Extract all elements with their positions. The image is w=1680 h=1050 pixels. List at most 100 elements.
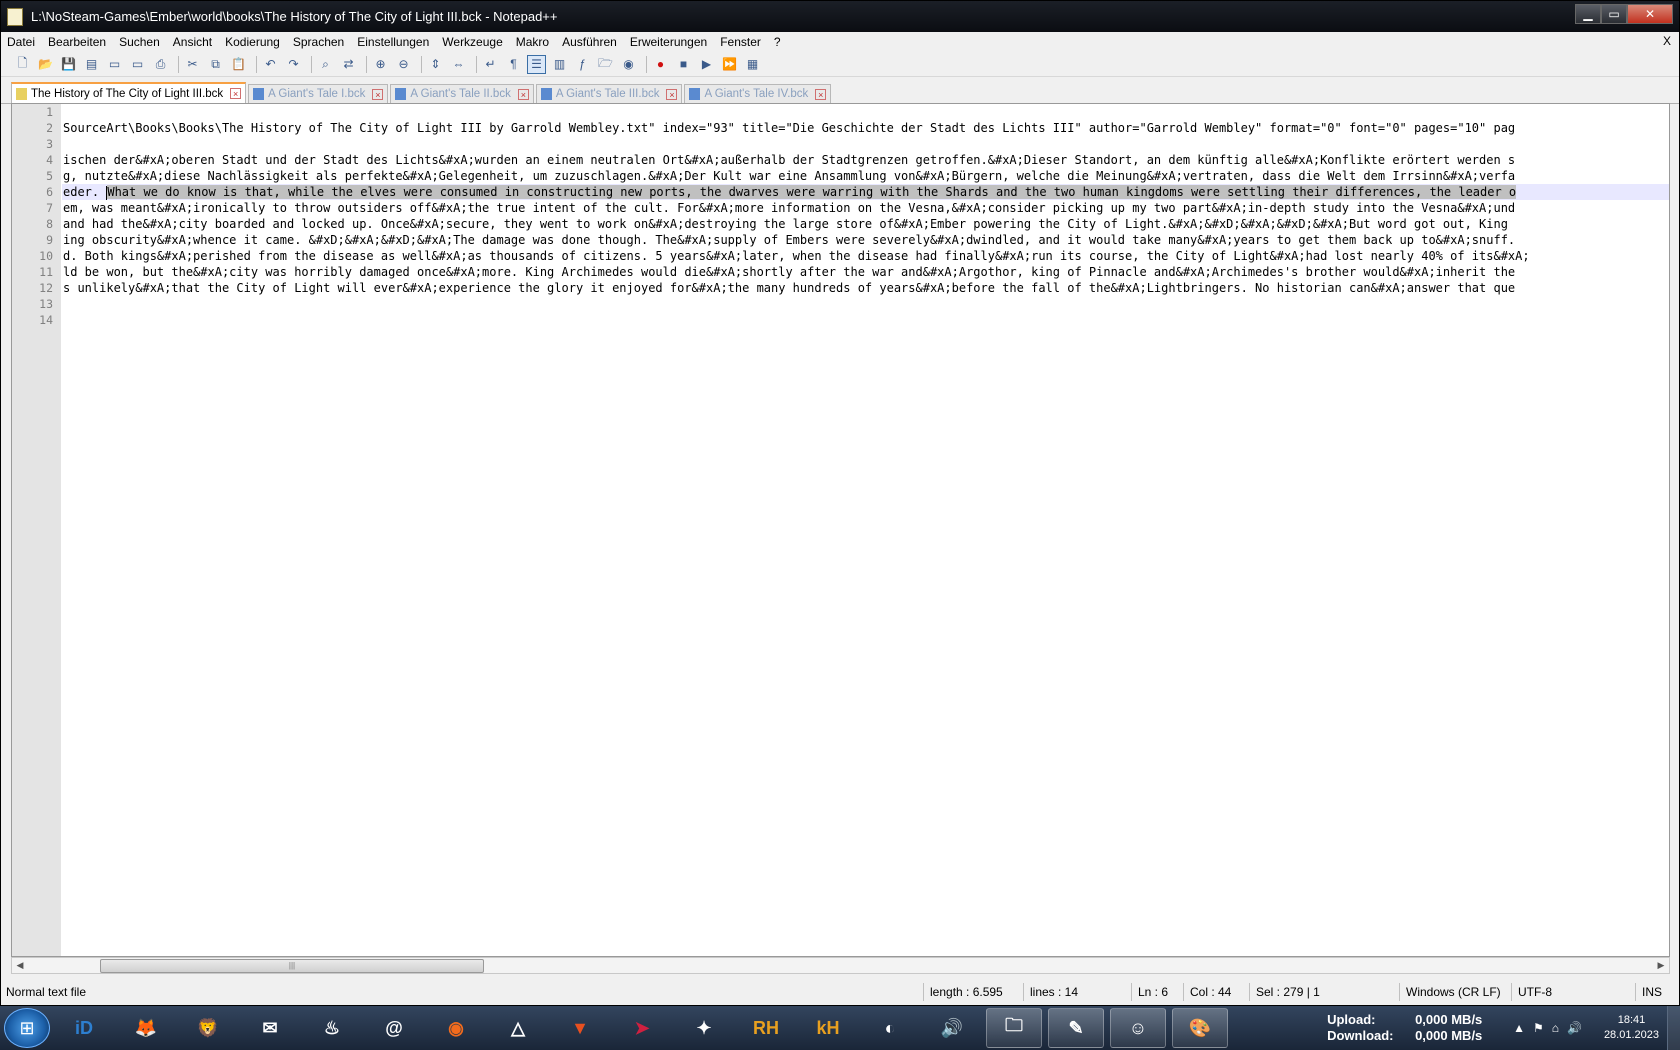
show-all-chars-icon[interactable]: ¶ <box>504 55 523 74</box>
tray-icon[interactable]: ⚑ <box>1533 1021 1544 1035</box>
zoom-in-icon[interactable]: ⊕ <box>371 55 390 74</box>
close-window-button[interactable]: ✕ <box>1627 4 1673 24</box>
text-line[interactable]: d. Both kings&#xA;perished from the dise… <box>62 248 1669 264</box>
menu-item[interactable]: Erweiterungen <box>630 35 707 49</box>
maximize-button[interactable]: ▭ <box>1601 4 1627 24</box>
document-tab[interactable]: A Giant's Tale II.bck × <box>390 84 534 103</box>
sword-app[interactable]: ✦ <box>676 1008 732 1048</box>
status-encoding[interactable]: UTF-8 <box>1512 983 1636 1001</box>
text-line[interactable]: s unlikely&#xA;that the City of Light wi… <box>62 280 1669 296</box>
horizontal-scrollbar[interactable]: ◀ ||| ▶ <box>11 957 1670 974</box>
epic-app[interactable]: △ <box>490 1008 546 1048</box>
word-wrap-icon[interactable]: ↵ <box>481 55 500 74</box>
origin-app[interactable]: ◉ <box>428 1008 484 1048</box>
text-line[interactable] <box>62 136 1669 152</box>
document-tab[interactable]: A Giant's Tale IV.bck × <box>684 84 832 103</box>
idm-app[interactable]: iD <box>56 1008 112 1048</box>
status-eol[interactable]: Windows (CR LF) <box>1400 983 1512 1001</box>
copy-icon[interactable]: ⧉ <box>206 55 225 74</box>
menu-item[interactable]: Suchen <box>119 35 160 49</box>
menu-item[interactable]: Ausführen <box>562 35 617 49</box>
sync-vertical-icon[interactable]: ⇕ <box>426 55 445 74</box>
close-all-icon[interactable]: ▭ <box>128 55 147 74</box>
document-tab[interactable]: The History of The City of Light III.bck… <box>11 82 247 103</box>
paste-icon[interactable]: 📋 <box>229 55 248 74</box>
save-all-icon[interactable]: ▤ <box>82 55 101 74</box>
new-file-icon[interactable]: 🗋 <box>13 55 32 74</box>
replace-icon[interactable]: ⇄ <box>339 55 358 74</box>
function-list-icon[interactable]: ƒ <box>573 55 592 74</box>
doc-map-icon[interactable]: ▥ <box>550 55 569 74</box>
close-tab-icon[interactable]: × <box>666 88 678 100</box>
rh-app[interactable]: RH <box>738 1008 794 1048</box>
run-macro-multiple-icon[interactable]: ⏩ <box>720 55 739 74</box>
show-desktop-button[interactable] <box>1667 1006 1680 1050</box>
text-line[interactable] <box>62 104 1669 120</box>
menu-item[interactable]: Sprachen <box>293 35 344 49</box>
close-tab-icon[interactable]: × <box>815 88 827 100</box>
start-button[interactable]: ⊞ <box>4 1008 50 1048</box>
save-icon[interactable]: 💾 <box>59 55 78 74</box>
undo-icon[interactable]: ↶ <box>261 55 280 74</box>
steam-app[interactable]: ♨ <box>304 1008 360 1048</box>
firefox-app[interactable]: 🦊 <box>118 1008 174 1048</box>
cut-icon[interactable]: ✂ <box>183 55 202 74</box>
gradient-app[interactable]: ◐ <box>862 1008 918 1048</box>
menu-item[interactable]: Kodierung <box>225 35 280 49</box>
paint-app[interactable]: 🎨 <box>1172 1008 1228 1048</box>
flag-app[interactable]: ▼ <box>552 1008 608 1048</box>
close-tab-icon[interactable]: × <box>372 88 384 100</box>
menu-item[interactable]: Ansicht <box>173 35 212 49</box>
minimize-button[interactable]: ▁ <box>1575 4 1601 24</box>
menu-item[interactable]: Fenster <box>720 35 761 49</box>
menu-item[interactable]: Makro <box>516 35 549 49</box>
tray-icon[interactable]: 🔊 <box>1567 1021 1582 1035</box>
scroll-right-icon[interactable]: ▶ <box>1653 958 1669 973</box>
editor-area[interactable]: 1 2 3 4 5 6 7 8 9 10 11 12 13 14 SourceArt\Books\Book… <box>11 103 1670 957</box>
play-macro-icon[interactable]: ▶ <box>697 55 716 74</box>
sync-horizontal-icon[interactable]: ⇔ <box>449 55 468 74</box>
browser-app[interactable]: @ <box>366 1008 422 1048</box>
save-macro-icon[interactable]: ▦ <box>743 55 762 74</box>
menu-item[interactable]: Einstellungen <box>357 35 429 49</box>
close-document-button[interactable]: X <box>1663 34 1671 48</box>
text-area[interactable]: SourceArt\Books\Books\The History of The… <box>62 104 1669 956</box>
text-line[interactable]: SourceArt\Books\Books\The History of The… <box>62 120 1669 136</box>
scroll-left-icon[interactable]: ◀ <box>12 958 28 973</box>
close-icon[interactable]: ▭ <box>105 55 124 74</box>
line-number-gutter[interactable]: 1 2 3 4 5 6 7 8 9 10 11 12 13 14 <box>12 104 61 956</box>
brave-app[interactable]: 🦁 <box>180 1008 236 1048</box>
record-macro-icon[interactable]: ● <box>651 55 670 74</box>
find-icon[interactable]: ⌕ <box>316 55 335 74</box>
indent-guide-icon[interactable]: ☰ <box>527 54 546 74</box>
tray-icon[interactable]: ⌂ <box>1552 1021 1559 1035</box>
scrollbar-thumb[interactable]: ||| <box>100 959 484 973</box>
menu-item[interactable]: Werkzeuge <box>442 35 502 49</box>
notepadpp-app[interactable]: ✎ <box>1048 1008 1104 1048</box>
thunderbird-app[interactable]: ✉ <box>242 1008 298 1048</box>
print-icon[interactable]: ⎙ <box>151 55 170 74</box>
menu-item[interactable]: Bearbeiten <box>48 35 106 49</box>
speaker-app[interactable]: 🔊 <box>924 1008 980 1048</box>
title-bar[interactable]: L:\NoSteam-Games\Ember\world\books\The H… <box>1 1 1679 32</box>
close-tab-icon[interactable]: × <box>230 88 242 99</box>
menu-item[interactable]: ? <box>774 35 781 49</box>
zoom-out-icon[interactable]: ⊖ <box>394 55 413 74</box>
text-line[interactable]: and had the&#xA;city boarded and locked … <box>62 216 1669 232</box>
open-file-icon[interactable]: 📂 <box>36 55 55 74</box>
game-app[interactable]: ☺ <box>1110 1008 1166 1048</box>
text-line[interactable]: em, was meant&#xA;ironically to throw ou… <box>62 200 1669 216</box>
clock[interactable]: 18:41 28.01.2023 <box>1604 1013 1659 1043</box>
text-line[interactable]: eder. What we do know is that, while the… <box>62 184 1669 200</box>
arrow-app[interactable]: ➤ <box>614 1008 670 1048</box>
status-insert-mode[interactable]: INS <box>1636 983 1680 1001</box>
folder-workspace-icon[interactable]: 🗁 <box>596 55 615 74</box>
document-tab[interactable]: A Giant's Tale III.bck × <box>535 84 683 103</box>
menu-item[interactable]: Datei <box>7 35 35 49</box>
text-line[interactable]: ischen der&#xA;oberen Stadt und der Stad… <box>62 152 1669 168</box>
text-line[interactable]: ld be won, but the&#xA;city was horribly… <box>62 264 1669 280</box>
close-tab-icon[interactable]: × <box>517 88 529 100</box>
document-tab[interactable]: A Giant's Tale I.bck × <box>248 84 389 103</box>
text-line[interactable] <box>62 296 1669 312</box>
tray-icon[interactable]: ▲ <box>1513 1021 1525 1035</box>
